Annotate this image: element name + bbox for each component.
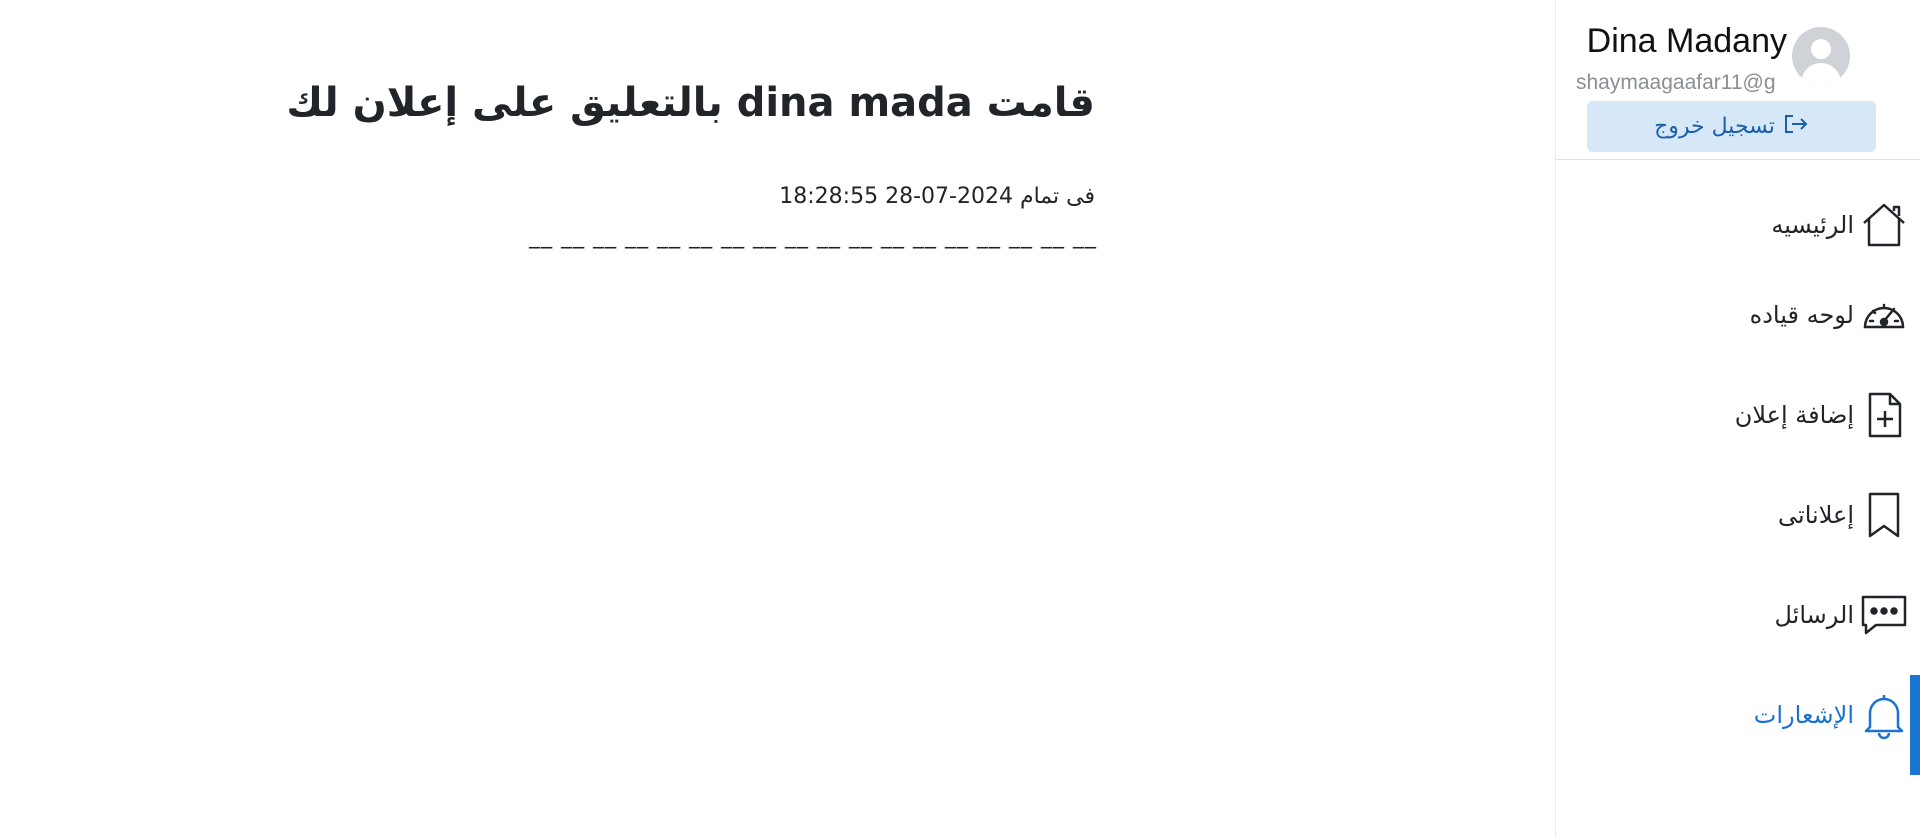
logout-button[interactable]: تسجيل خروج xyxy=(1587,101,1876,152)
sidebar: Dina Madany shaymaagaafar11@gmail.com تس… xyxy=(1555,0,1920,838)
file-plus-icon xyxy=(1860,391,1908,439)
notification-title: قامت dina mada بالتعليق على إعلان لك xyxy=(286,80,1095,126)
notification-separator: __ __ __ __ __ __ __ __ __ __ __ __ __ _… xyxy=(529,224,1097,249)
logout-icon xyxy=(1783,113,1809,141)
user-profile: Dina Madany shaymaagaafar11@gmail.com تس… xyxy=(1556,0,1920,160)
sidebar-item-label: الإشعارات xyxy=(1753,701,1854,729)
sidebar-item-label: الرئيسيه xyxy=(1771,211,1854,239)
user-email: shaymaagaafar11@gmail.com xyxy=(1576,71,1776,94)
sidebar-item-notifications[interactable]: الإشعارات xyxy=(1556,670,1920,760)
sidebar-item-label: إضافة إعلان xyxy=(1734,401,1854,429)
sidebar-item-my-ads[interactable]: إعلاناتى xyxy=(1556,470,1920,560)
sidebar-item-label: إعلاناتى xyxy=(1778,501,1854,529)
bookmark-icon xyxy=(1860,491,1908,539)
main-content: قامت dina mada بالتعليق على إعلان لك فى … xyxy=(0,0,1555,838)
speedometer-icon xyxy=(1860,291,1908,339)
sidebar-item-label: لوحه قياده xyxy=(1749,301,1854,329)
sidebar-item-home[interactable]: الرئيسيه xyxy=(1556,180,1920,270)
user-name: Dina Madany xyxy=(1586,22,1787,60)
logout-label: تسجيل خروج xyxy=(1654,114,1775,139)
sidebar-item-messages[interactable]: الرسائل xyxy=(1556,570,1920,660)
sidebar-item-label: الرسائل xyxy=(1774,601,1855,629)
avatar xyxy=(1792,27,1850,85)
sidebar-item-add-ad[interactable]: إضافة إعلان xyxy=(1556,370,1920,460)
bell-icon xyxy=(1860,691,1908,739)
chat-dots-icon xyxy=(1860,591,1908,639)
sidebar-item-dashboard[interactable]: لوحه قياده xyxy=(1556,270,1920,360)
notification-date: فى تمام 2024-07-28 18:28:55 xyxy=(779,184,1095,209)
home-icon xyxy=(1860,201,1908,249)
active-indicator xyxy=(1910,675,1920,775)
